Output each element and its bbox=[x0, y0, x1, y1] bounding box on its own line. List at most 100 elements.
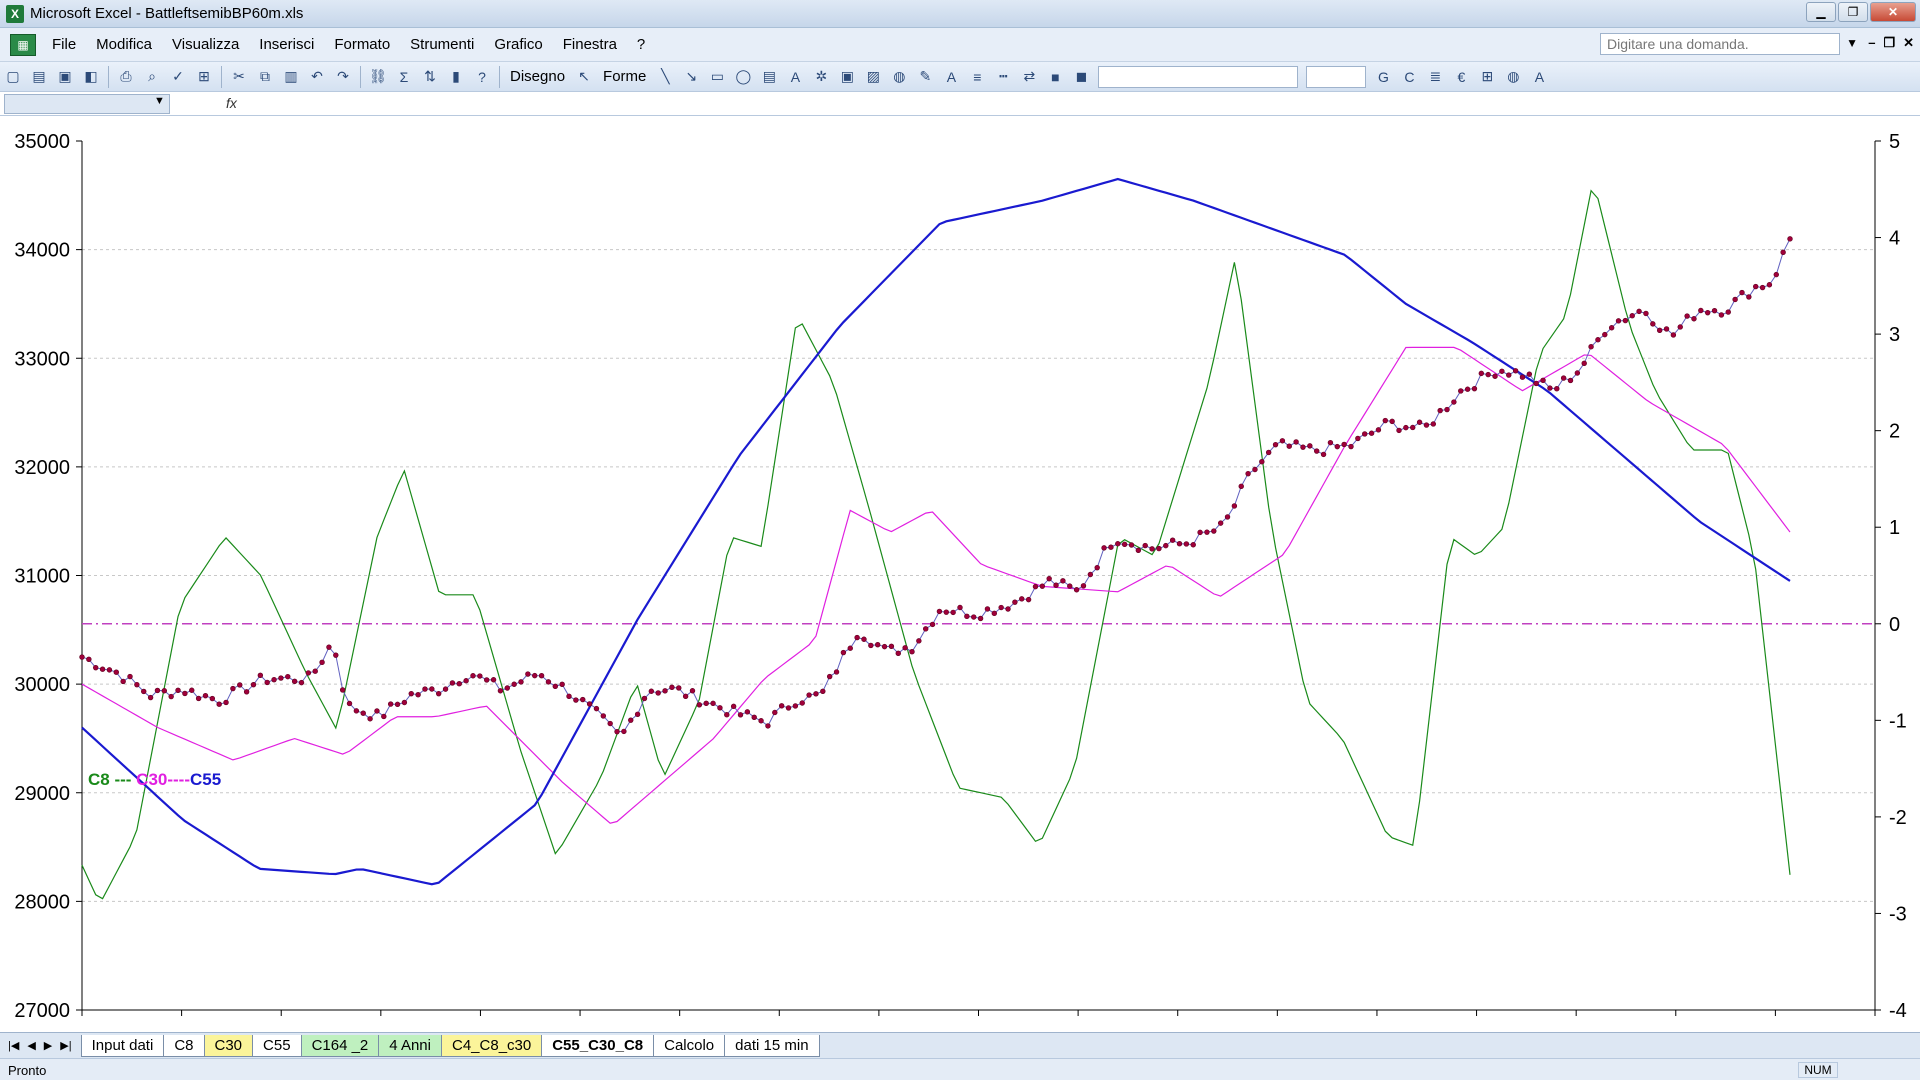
print-preview-icon[interactable]: ⌕ bbox=[141, 66, 163, 88]
arrow-icon[interactable]: ↘ bbox=[680, 66, 702, 88]
price-point bbox=[957, 604, 963, 611]
chart[interactable]: 35000 34000 33000 32000 31000 30000 29000 28000… bbox=[0, 116, 1920, 1032]
tab-4-anni[interactable]: 4 Anni bbox=[378, 1034, 442, 1057]
price-point bbox=[216, 701, 222, 707]
tab-dati-15-min[interactable]: dati 15 min bbox=[724, 1034, 820, 1057]
select-objects-icon[interactable]: ↖ bbox=[573, 66, 595, 88]
menu-formato[interactable]: Formato bbox=[324, 36, 400, 53]
price-point bbox=[984, 606, 991, 612]
wordart-icon[interactable]: A bbox=[784, 66, 806, 88]
tab-c55-c30-c8[interactable]: C55_C30_C8 bbox=[541, 1034, 655, 1057]
open-icon[interactable]: ▤ bbox=[28, 66, 50, 88]
new-icon[interactable]: ▢ bbox=[2, 66, 24, 88]
disegno-menu[interactable]: Disegno bbox=[504, 68, 571, 85]
ask-question-input[interactable]: Digitare una domanda. bbox=[1600, 33, 1840, 55]
fx-icon[interactable]: fx bbox=[226, 95, 237, 111]
cut-icon[interactable]: ✂ bbox=[228, 66, 250, 88]
doc-close-icon[interactable]: ✕ bbox=[1903, 35, 1914, 51]
arrow-style-icon[interactable]: ⇄ bbox=[1018, 66, 1040, 88]
bold-icon[interactable]: G bbox=[1372, 66, 1394, 88]
price-point bbox=[154, 687, 161, 694]
close-button[interactable]: ✕ bbox=[1870, 2, 1916, 22]
shadow-icon[interactable]: ■ bbox=[1044, 66, 1066, 88]
currency-icon[interactable]: € bbox=[1450, 66, 1472, 88]
series-c30[interactable] bbox=[81, 346, 1791, 824]
rectangle-icon[interactable]: ▭ bbox=[706, 66, 728, 88]
menu-grafico[interactable]: Grafico bbox=[484, 36, 552, 53]
tab-c30[interactable]: C30 bbox=[203, 1034, 254, 1057]
tab-c4-c8-c30[interactable]: C4_C8_c30 bbox=[441, 1034, 543, 1057]
menu-visualizza[interactable]: Visualizza bbox=[162, 36, 249, 53]
picture-icon[interactable]: ▨ bbox=[862, 66, 884, 88]
menu-strumenti[interactable]: Strumenti bbox=[400, 36, 484, 53]
save-icon[interactable]: ▣ bbox=[54, 66, 76, 88]
doc-minimize-icon[interactable]: – bbox=[1868, 35, 1875, 51]
tab-calcolo[interactable]: Calcolo bbox=[653, 1034, 726, 1057]
price-point bbox=[1334, 443, 1340, 450]
oval-icon[interactable]: ◯ bbox=[732, 66, 754, 88]
print-icon[interactable]: ⎙ bbox=[115, 66, 137, 88]
permission-icon[interactable]: ◧ bbox=[80, 66, 102, 88]
menu-modifica[interactable]: Modifica bbox=[86, 36, 162, 53]
text-color-icon[interactable]: A bbox=[1528, 66, 1550, 88]
textbox-icon[interactable]: ▤ bbox=[758, 66, 780, 88]
next-sheet-icon[interactable]: ▶ bbox=[44, 1039, 52, 1052]
line-color-icon[interactable]: ✎ bbox=[914, 66, 936, 88]
tab-c164-2[interactable]: C164 _2 bbox=[300, 1034, 380, 1057]
sort-icon[interactable]: ⇅ bbox=[419, 66, 441, 88]
name-box[interactable] bbox=[4, 94, 170, 114]
forme-menu[interactable]: Forme bbox=[597, 68, 652, 85]
tab-c55[interactable]: C55 bbox=[252, 1034, 302, 1057]
first-sheet-icon[interactable]: |◀ bbox=[8, 1039, 19, 1052]
redo-icon[interactable]: ↷ bbox=[332, 66, 354, 88]
borders-icon[interactable]: ⊞ bbox=[1476, 66, 1498, 88]
series-price[interactable] bbox=[81, 238, 1791, 733]
font-size-combo[interactable] bbox=[1306, 65, 1367, 88]
excel-app-icon[interactable]: X bbox=[6, 4, 24, 23]
restore-button[interactable]: ❐ bbox=[1838, 2, 1868, 22]
price-point bbox=[1375, 427, 1382, 433]
tab-input-dati[interactable]: Input dati bbox=[80, 1034, 165, 1057]
series-c55[interactable] bbox=[81, 177, 1791, 886]
price-point bbox=[1094, 564, 1100, 571]
prev-sheet-icon[interactable]: ◀ bbox=[27, 1039, 35, 1052]
workbook-icon[interactable]: ▦ bbox=[10, 33, 36, 56]
chart-sheet[interactable]: 35000 34000 33000 32000 31000 30000 29000 28000… bbox=[0, 116, 1920, 1032]
price-point bbox=[484, 677, 490, 683]
menu-inserisci[interactable]: Inserisci bbox=[249, 36, 324, 53]
font-color-icon[interactable]: A bbox=[940, 66, 962, 88]
line-style-icon[interactable]: ≡ bbox=[966, 66, 988, 88]
research-icon[interactable]: ⊞ bbox=[193, 66, 215, 88]
price-point bbox=[895, 650, 901, 656]
undo-icon[interactable]: ↶ bbox=[306, 66, 328, 88]
fill-icon[interactable]: ◍ bbox=[1502, 66, 1524, 88]
ask-dropdown-icon[interactable]: ▼ bbox=[1846, 36, 1858, 50]
price-point bbox=[580, 696, 586, 703]
diagram-icon[interactable]: ✲ bbox=[810, 66, 832, 88]
minimize-button[interactable]: ▁ bbox=[1806, 2, 1836, 22]
italic-icon[interactable]: C bbox=[1398, 66, 1420, 88]
3d-icon[interactable]: ◼ bbox=[1070, 66, 1092, 88]
menu-help[interactable]: ? bbox=[627, 36, 655, 53]
menu-file[interactable]: File bbox=[42, 36, 86, 53]
name-box-dropdown-icon[interactable]: ▼ bbox=[154, 95, 165, 107]
spelling-icon[interactable]: ✓ bbox=[167, 66, 189, 88]
autosum-icon[interactable]: Σ bbox=[393, 66, 415, 88]
clipart-icon[interactable]: ▣ bbox=[836, 66, 858, 88]
paste-icon[interactable]: ▥ bbox=[280, 66, 302, 88]
hyperlink-icon[interactable]: ⛓ bbox=[367, 66, 389, 88]
copy-icon[interactable]: ⧉ bbox=[254, 66, 276, 88]
font-name-combo[interactable] bbox=[1098, 65, 1299, 88]
doc-restore-icon[interactable]: ❐ bbox=[1883, 35, 1895, 51]
fill-color-icon[interactable]: ◍ bbox=[888, 66, 910, 88]
align-icon[interactable]: ≣ bbox=[1424, 66, 1446, 88]
dash-style-icon[interactable]: ┅ bbox=[992, 66, 1014, 88]
tab-c8[interactable]: C8 bbox=[163, 1034, 205, 1057]
price-point bbox=[1746, 294, 1752, 300]
last-sheet-icon[interactable]: ▶| bbox=[60, 1039, 71, 1052]
chart-wizard-icon[interactable]: ▮ bbox=[445, 66, 467, 88]
menu-finestra[interactable]: Finestra bbox=[553, 36, 627, 53]
price-point bbox=[333, 652, 339, 658]
line-icon[interactable]: ╲ bbox=[654, 66, 676, 88]
help-icon[interactable]: ? bbox=[471, 66, 493, 88]
